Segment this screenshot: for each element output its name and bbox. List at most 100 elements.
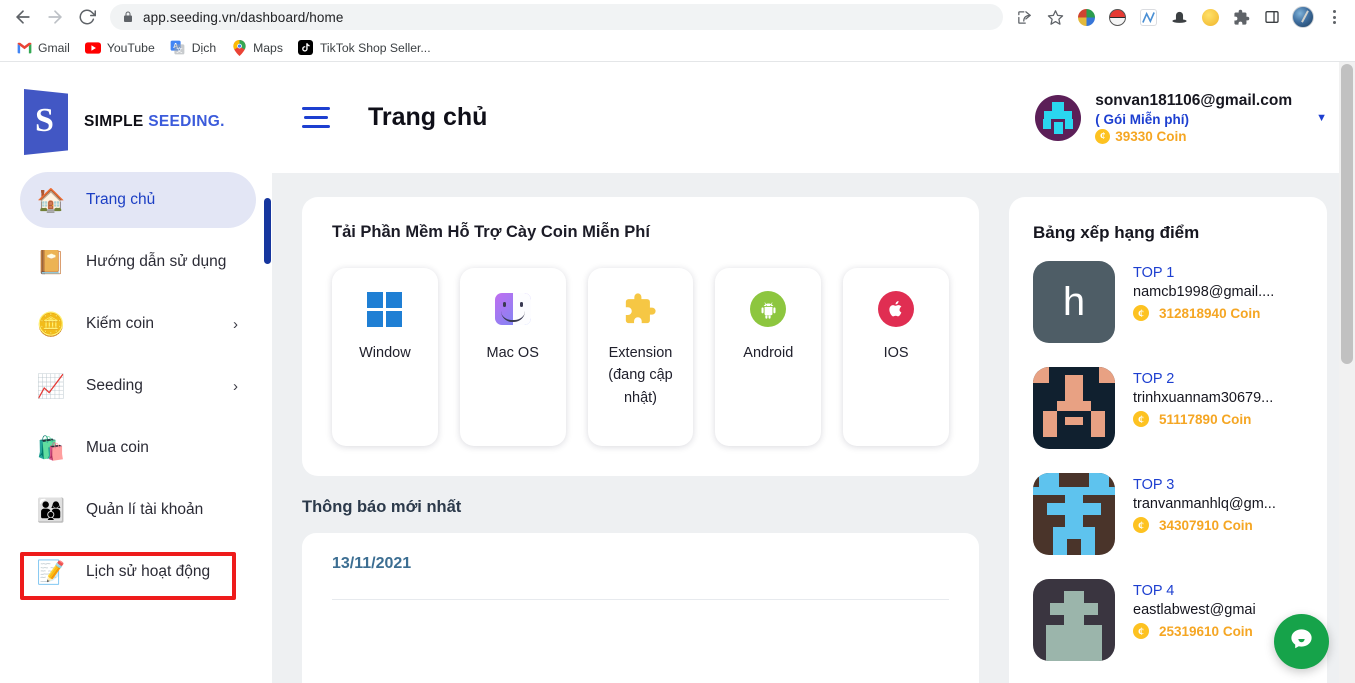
google-translate-icon: A文 xyxy=(170,40,186,56)
logo-letter: S xyxy=(35,102,54,139)
reload-button[interactable] xyxy=(72,2,102,32)
chrome-gap xyxy=(1331,62,1339,173)
leaderboard-entry-info: TOP 3 tranvanmanhlq@gm... ¢ 34307910 Coi… xyxy=(1133,473,1303,533)
network-extension-icon[interactable] xyxy=(1135,4,1161,30)
leaderboard-coin: ¢ 312818940 Coin xyxy=(1133,305,1303,321)
platform-card-android[interactable]: Android xyxy=(715,268,822,446)
logo-word-1: SIMPLE xyxy=(84,113,144,130)
emoji-extension-icon[interactable] xyxy=(1197,4,1223,30)
bookmark-maps[interactable]: Maps xyxy=(225,37,291,59)
youtube-icon xyxy=(84,40,101,56)
bookmark-dich[interactable]: A文 Dịch xyxy=(164,37,224,59)
bookmark-label: Dịch xyxy=(191,40,217,55)
sidebar-item-kiem-coin[interactable]: 🪙 Kiếm coin › xyxy=(20,296,256,352)
bookmark-star-icon[interactable] xyxy=(1042,4,1068,30)
hat-extension-icon[interactable] xyxy=(1166,4,1192,30)
browser-menu-icon[interactable] xyxy=(1321,4,1347,30)
leaderboard-row[interactable]: TOP 3 tranvanmanhlq@gm... ¢ 34307910 Coi… xyxy=(1033,473,1303,555)
leaderboard-rank: TOP 3 xyxy=(1133,477,1175,493)
windows-logo-icon xyxy=(366,290,404,328)
mac-finder-icon xyxy=(494,290,532,328)
leaderboard-coin: ¢ 34307910 Coin xyxy=(1133,517,1303,533)
chevron-right-icon: › xyxy=(233,315,238,333)
platform-label: Android xyxy=(743,345,794,361)
share-icon[interactable] xyxy=(1011,4,1037,30)
account-email: sonvan181106@gmail.com xyxy=(1095,91,1293,109)
chevron-right-icon: › xyxy=(233,377,238,395)
page-title: Trang chủ xyxy=(368,103,488,131)
puzzle-piece-icon xyxy=(621,290,659,328)
avatar xyxy=(1033,367,1115,449)
leaderboard-coin-text: 25319610 Coin xyxy=(1159,623,1253,639)
chart-up-icon: 📈 xyxy=(36,372,66,399)
avatar xyxy=(1033,473,1115,555)
leaderboard-coin-text: 51117890 Coin xyxy=(1159,411,1252,427)
bookmark-tiktok-shop-seller[interactable]: TikTok Shop Seller... xyxy=(292,37,439,59)
sidebar-item-huong-dan-su-dung[interactable]: 📔 Hướng dẫn sử dụng xyxy=(20,234,256,290)
forward-button[interactable] xyxy=(40,2,70,32)
top-bar: Trang chủ sonvan181106@gmail.com ( Gói M… xyxy=(272,62,1355,173)
platform-card-ios[interactable]: IOS xyxy=(843,268,949,446)
book-icon: 📔 xyxy=(36,248,66,275)
side-panel-icon[interactable] xyxy=(1259,4,1285,30)
sidebar-item-lich-su-hoat-dong[interactable]: 📝 Lịch sử hoạt động xyxy=(20,544,256,600)
lock-icon xyxy=(122,11,134,23)
chat-widget-button[interactable] xyxy=(1274,614,1329,669)
coin-icon: ¢ xyxy=(1133,411,1149,427)
divider xyxy=(332,599,949,600)
platform-card-window[interactable]: Window xyxy=(332,268,438,446)
logo-mark-icon: S xyxy=(24,89,68,155)
leaderboard-entry-info: TOP 2 trinhxuannam30679... ¢ 51117890 Co… xyxy=(1133,367,1303,427)
sidebar-nav: 🏠 Trang chủ 📔 Hướng dẫn sử dụng 🪙 Kiếm c… xyxy=(0,154,272,600)
leaderboard-coin-text: 34307910 Coin xyxy=(1159,517,1253,533)
leaderboard-entry-info: TOP 1 namcb1998@gmail.... ¢ 312818940 Co… xyxy=(1133,261,1303,321)
active-item-indicator xyxy=(264,198,271,264)
platform-label: Window xyxy=(359,345,411,361)
bookmark-label: Gmail xyxy=(38,40,70,55)
bookmark-label: YouTube xyxy=(106,40,155,55)
notification-card[interactable]: 13/11/2021 xyxy=(302,533,979,683)
sidebar-item-label: Kiếm coin xyxy=(86,315,155,332)
avatar-letter: h xyxy=(1062,280,1086,324)
puzzle-extensions-icon[interactable] xyxy=(1228,4,1254,30)
leaderboard-rank: TOP 4 xyxy=(1133,583,1175,599)
sidebar-item-quan-li-tai-khoan[interactable]: 👨‍👩‍👦 Quản lí tài khoản xyxy=(20,482,256,538)
users-icon: 👨‍👩‍👦 xyxy=(36,496,66,523)
platform-card-mac-os[interactable]: Mac OS xyxy=(459,268,566,446)
leaderboard-row[interactable]: TOP 4 eastlabwest@gmai ¢ 25319610 Coin xyxy=(1033,579,1303,661)
leaderboard-email: trinhxuannam30679... xyxy=(1133,390,1274,406)
platform-label: Extension (đang cập nhật) xyxy=(608,345,673,406)
brand-logo[interactable]: S SIMPLE SEEDING. xyxy=(0,62,272,155)
leaderboard-email: eastlabwest@gmai xyxy=(1133,602,1256,618)
leaderboard-title: Bảng xếp hạng điểm xyxy=(1033,223,1200,242)
sidebar-item-mua-coin[interactable]: 🛍️ Mua coin xyxy=(20,420,256,476)
browser-navigation-bar: app.seeding.vn/dashboard/home xyxy=(0,0,1355,34)
leaderboard-row[interactable]: h TOP 1 namcb1998@gmail.... ¢ 312818940 … xyxy=(1033,261,1303,343)
sidebar-item-label: Quản lí tài khoản xyxy=(86,501,204,518)
scrollbar-thumb[interactable] xyxy=(1341,64,1353,364)
sidebar-item-trang-chu[interactable]: 🏠 Trang chủ xyxy=(20,172,256,228)
leaderboard-row[interactable]: TOP 2 trinhxuannam30679... ¢ 51117890 Co… xyxy=(1033,367,1303,449)
back-button[interactable] xyxy=(8,2,38,32)
sidebar: S SIMPLE SEEDING. 🏠 Trang chủ 📔 Hướng dẫ… xyxy=(0,62,272,683)
page-scrollbar[interactable] xyxy=(1339,62,1355,683)
account-coin-text: 39330 Coin xyxy=(1115,128,1187,144)
chevron-down-icon[interactable]: ▼ xyxy=(1316,112,1327,124)
apple-logo-icon xyxy=(877,290,915,328)
paint-extension-icon[interactable] xyxy=(1073,4,1099,30)
content-area: Tải Phần Mềm Hỗ Trợ Cày Coin Miễn Phí Wi… xyxy=(272,173,1355,683)
leaderboard-coin-text: 312818940 Coin xyxy=(1159,305,1261,321)
bookmark-gmail[interactable]: Gmail xyxy=(10,37,78,59)
coin-icon: ¢ xyxy=(1133,517,1149,533)
profile-avatar[interactable] xyxy=(1290,4,1316,30)
sidebar-item-seeding[interactable]: 📈 Seeding › xyxy=(20,358,256,414)
gmail-icon xyxy=(16,40,32,56)
avatar xyxy=(1035,94,1082,141)
platform-card-extension[interactable]: Extension (đang cập nhật) xyxy=(587,268,694,446)
bookmark-youtube[interactable]: YouTube xyxy=(79,37,163,59)
address-bar[interactable]: app.seeding.vn/dashboard/home xyxy=(110,4,1003,30)
account-menu[interactable]: sonvan181106@gmail.com ( Gói Miễn phí) ¢… xyxy=(1035,92,1327,144)
pokeball-extension-icon[interactable] xyxy=(1104,4,1130,30)
browser-toolbar-icons xyxy=(1009,4,1347,30)
hamburger-icon[interactable] xyxy=(302,107,330,128)
